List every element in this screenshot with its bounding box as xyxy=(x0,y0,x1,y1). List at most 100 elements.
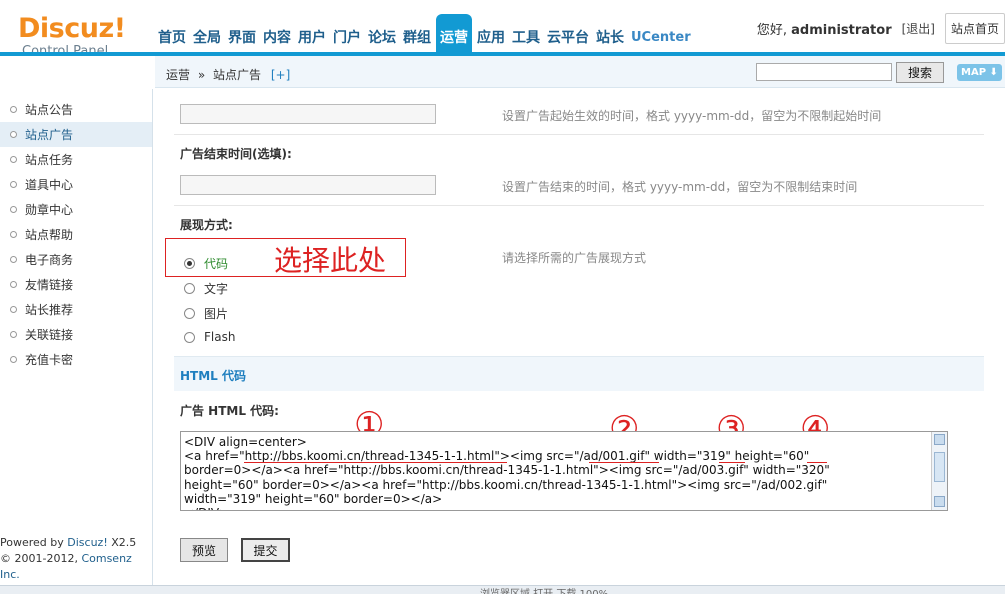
nav-forum[interactable]: 论坛 xyxy=(366,14,398,54)
user-area: 您好, administrator [退出] 站点首页 xyxy=(757,13,1005,44)
map-button[interactable]: MAP ⬇ xyxy=(957,64,1002,81)
nav-groups[interactable]: 群组 xyxy=(401,14,433,54)
nav-interface[interactable]: 界面 xyxy=(226,14,258,54)
nav-tools[interactable]: 工具 xyxy=(510,14,542,54)
nav-portal[interactable]: 门户 xyxy=(331,14,363,54)
nav-apps[interactable]: 应用 xyxy=(475,14,507,54)
bullet-icon xyxy=(10,206,17,213)
sub-header-left-spacer xyxy=(0,56,155,88)
sidebar-item-recommend[interactable]: 站长推荐 xyxy=(0,297,152,322)
display-method-label: 展现方式: xyxy=(180,218,233,232)
powered-by: Powered by Discuz! X2.5 © 2001-2012, Com… xyxy=(0,536,137,581)
bullet-icon xyxy=(10,156,17,163)
sidebar-item-label: 站点任务 xyxy=(25,153,74,167)
end-time-label: 广告结束时间(选填): xyxy=(180,147,292,161)
bullet-icon xyxy=(10,356,17,363)
html-code-label: 广告 HTML 代码: xyxy=(180,404,279,418)
bullet-icon xyxy=(10,281,17,288)
sidebar-item-label: 道具中心 xyxy=(25,178,74,192)
bullet-icon xyxy=(10,331,17,338)
search-input[interactable] xyxy=(756,63,892,81)
site-home-button[interactable]: 站点首页 xyxy=(944,13,1005,44)
annotation-underline-src xyxy=(589,462,659,463)
sidebar-item-announcements[interactable]: 站点公告 xyxy=(0,97,152,122)
search-button[interactable]: 搜索 xyxy=(896,62,944,83)
annotation-underline-url xyxy=(244,462,507,463)
sidebar-item-label: 充值卡密 xyxy=(25,353,74,367)
start-time-hint: 设置广告起始生效的时间，格式 yyyy-mm-dd，留空为不限制起始时间 xyxy=(502,109,882,123)
radio-icon[interactable] xyxy=(184,308,195,319)
bullet-icon xyxy=(10,106,17,113)
end-time-input[interactable] xyxy=(180,175,436,195)
logo-title: Discuz! xyxy=(18,13,126,44)
sidebar: 站点公告 站点广告 站点任务 道具中心 勋章中心 站点帮助 电子商务 友情链接 … xyxy=(0,89,153,585)
header: Discuz! Control Panel 首页 全局 界面 内容 用户 门户 … xyxy=(0,0,1005,59)
breadcrumb-add-link[interactable]: [+] xyxy=(271,68,290,82)
scroll-thumb[interactable] xyxy=(934,452,945,482)
logout-link[interactable]: [退出] xyxy=(902,20,935,37)
submit-button[interactable]: 提交 xyxy=(241,538,290,562)
username: administrator xyxy=(791,23,892,38)
code-scrollbar[interactable] xyxy=(931,432,947,510)
sidebar-item-help[interactable]: 站点帮助 xyxy=(0,222,152,247)
sidebar-item-label: 站点广告 xyxy=(25,128,74,142)
bullet-icon xyxy=(10,131,17,138)
nav-operations[interactable]: 运营 xyxy=(436,14,472,54)
sidebar-item-medals[interactable]: 勋章中心 xyxy=(0,197,152,222)
sidebar-item-label: 勋章中心 xyxy=(25,203,74,217)
nav-webmaster[interactable]: 站长 xyxy=(594,14,626,54)
sidebar-item-recharge[interactable]: 充值卡密 xyxy=(0,347,152,372)
status-text: 浏览器区域 打开 下载 100% xyxy=(480,586,608,594)
option-label: 图片 xyxy=(204,307,229,321)
main-content: 设置广告起始生效的时间，格式 yyyy-mm-dd，留空为不限制起始时间 广告结… xyxy=(162,89,1005,585)
sidebar-item-label: 站点公告 xyxy=(25,103,74,117)
radio-icon[interactable] xyxy=(184,331,195,343)
breadcrumb-page: 站点广告 xyxy=(213,68,262,82)
section-header: HTML 代码 xyxy=(174,356,984,391)
html-code-text: <DIV align=center> <a href="http://bbs.k… xyxy=(184,435,830,510)
sidebar-item-label: 电子商务 xyxy=(25,253,74,267)
nav-content[interactable]: 内容 xyxy=(261,14,293,54)
nav-users[interactable]: 用户 xyxy=(296,14,328,54)
radio-checked-icon[interactable] xyxy=(184,258,195,269)
sidebar-item-tasks[interactable]: 站点任务 xyxy=(0,147,152,172)
sidebar-item-label: 站点帮助 xyxy=(25,228,74,242)
scroll-up-arrow-icon[interactable] xyxy=(934,434,945,445)
option-label: 代码 xyxy=(204,257,229,271)
breadcrumb: 运营 » 站点广告 [+] xyxy=(166,66,290,83)
divider xyxy=(174,134,984,135)
sub-header: 运营 » 站点广告 [+] 搜索 MAP ⬇ xyxy=(0,56,1005,88)
nav-ucenter[interactable]: UCenter xyxy=(629,14,693,54)
sidebar-item-props[interactable]: 道具中心 xyxy=(0,172,152,197)
sidebar-item-related-links[interactable]: 关联链接 xyxy=(0,322,152,347)
html-code-textarea[interactable]: <DIV align=center> <a href="http://bbs.k… xyxy=(180,431,948,511)
nav-global[interactable]: 全局 xyxy=(191,14,223,54)
display-option-text[interactable]: 文字 xyxy=(184,280,228,297)
bullet-icon xyxy=(10,231,17,238)
sidebar-item-label: 站长推荐 xyxy=(25,303,74,317)
top-nav: 首页 全局 界面 内容 用户 门户 论坛 群组 运营 应用 工具 云平台 站长 … xyxy=(156,14,696,54)
end-time-hint: 设置广告结束的时间，格式 yyyy-mm-dd，留空为不限制结束时间 xyxy=(502,180,858,194)
display-option-flash[interactable]: Flash xyxy=(184,330,235,344)
breadcrumb-section[interactable]: 运营 xyxy=(166,68,190,82)
sidebar-item-ads[interactable]: 站点广告 xyxy=(0,122,152,147)
divider xyxy=(174,205,984,206)
browser-status-bar: 浏览器区域 打开 下载 100% xyxy=(0,585,1005,594)
nav-cloud[interactable]: 云平台 xyxy=(545,14,591,54)
scroll-down-arrow-icon[interactable] xyxy=(934,496,945,507)
start-time-input[interactable] xyxy=(180,104,436,124)
sidebar-item-ecommerce[interactable]: 电子商务 xyxy=(0,247,152,272)
sidebar-item-label: 友情链接 xyxy=(25,278,74,292)
sidebar-item-label: 关联链接 xyxy=(25,328,74,342)
preview-button[interactable]: 预览 xyxy=(180,538,228,562)
option-label: Flash xyxy=(204,330,236,344)
bullet-icon xyxy=(10,181,17,188)
powered-brand-link[interactable]: Discuz! xyxy=(67,536,107,549)
display-option-code[interactable]: 代码 xyxy=(184,255,228,272)
nav-home[interactable]: 首页 xyxy=(156,14,188,54)
option-label: 文字 xyxy=(204,282,229,296)
display-option-image[interactable]: 图片 xyxy=(184,305,228,322)
sidebar-item-friend-links[interactable]: 友情链接 xyxy=(0,272,152,297)
radio-icon[interactable] xyxy=(184,283,195,294)
greeting: 您好, administrator xyxy=(756,23,892,38)
